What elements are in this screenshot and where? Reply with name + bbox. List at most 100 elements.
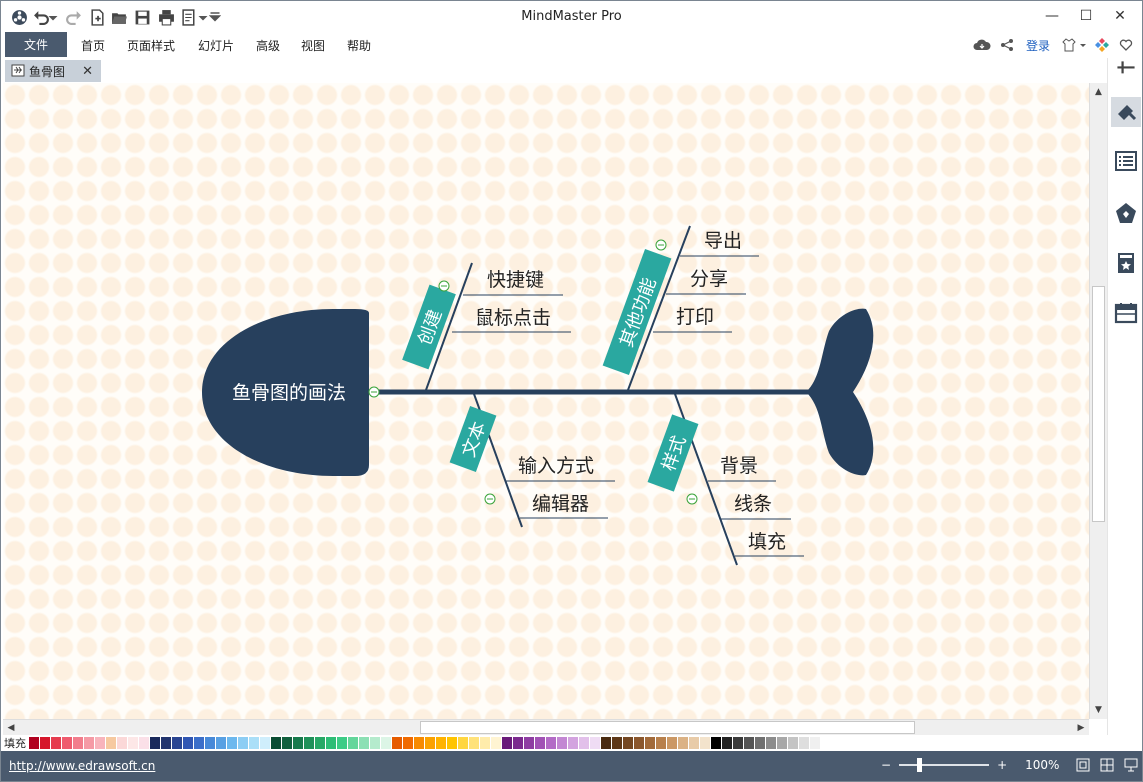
color-swatch[interactable] (194, 737, 204, 749)
horizontal-scroll-thumb[interactable] (420, 721, 915, 734)
color-swatch[interactable] (546, 737, 556, 749)
color-swatch[interactable] (733, 737, 743, 749)
share-icon[interactable] (998, 35, 1016, 55)
color-swatch[interactable] (227, 737, 237, 749)
color-swatch[interactable] (656, 737, 666, 749)
color-swatch[interactable] (106, 737, 116, 749)
scroll-left-icon[interactable]: ◀ (3, 720, 19, 736)
color-swatch[interactable] (700, 737, 710, 749)
login-link[interactable]: 登录 (1026, 35, 1050, 55)
horizontal-scrollbar[interactable]: ◀ ▶ (3, 719, 1089, 735)
color-swatch[interactable] (381, 737, 391, 749)
clipart-icon[interactable] (1111, 198, 1141, 228)
color-swatch[interactable] (645, 737, 655, 749)
color-swatch[interactable] (436, 737, 446, 749)
close-window-button[interactable]: ✕ (1108, 5, 1132, 27)
maximize-button[interactable]: ☐ (1074, 5, 1098, 27)
color-swatch[interactable] (183, 737, 193, 749)
color-swatch[interactable] (117, 737, 127, 749)
favorite-icon[interactable] (1117, 35, 1135, 55)
color-swatch[interactable] (161, 737, 171, 749)
color-swatch[interactable] (678, 737, 688, 749)
color-swatch[interactable] (315, 737, 325, 749)
vertical-scroll-thumb[interactable] (1092, 286, 1105, 522)
zoom-out-button[interactable]: − (881, 758, 891, 772)
fit-width-icon[interactable] (1099, 757, 1115, 773)
color-swatch[interactable] (458, 737, 468, 749)
color-swatch[interactable] (579, 737, 589, 749)
color-swatch[interactable] (491, 737, 501, 749)
color-swatch[interactable] (755, 737, 765, 749)
color-swatch[interactable] (524, 737, 534, 749)
color-swatch[interactable] (172, 737, 182, 749)
color-swatch[interactable] (150, 737, 160, 749)
presentation-icon[interactable] (1123, 757, 1139, 773)
color-swatch[interactable] (271, 737, 281, 749)
color-swatch[interactable] (370, 737, 380, 749)
color-swatch[interactable] (348, 737, 358, 749)
document-tab[interactable]: 鱼骨图 ✕ (5, 60, 101, 82)
color-swatch[interactable] (821, 737, 831, 749)
color-swatch[interactable] (777, 737, 787, 749)
color-swatch[interactable] (601, 737, 611, 749)
cloud-icon[interactable] (972, 35, 992, 55)
color-swatch[interactable] (403, 737, 413, 749)
scroll-up-icon[interactable]: ▲ (1090, 83, 1107, 100)
color-swatch[interactable] (282, 737, 292, 749)
color-swatch[interactable] (128, 737, 138, 749)
color-swatch[interactable] (799, 737, 809, 749)
scroll-right-icon[interactable]: ▶ (1073, 720, 1089, 736)
file-menu-button[interactable]: 文件 (5, 32, 67, 57)
scroll-down-icon[interactable]: ▼ (1090, 701, 1107, 718)
menu-home[interactable]: 首页 (81, 37, 105, 54)
color-swatch[interactable] (623, 737, 633, 749)
menu-help[interactable]: 帮助 (347, 37, 371, 54)
color-swatch[interactable] (139, 737, 149, 749)
color-swatch[interactable] (744, 737, 754, 749)
color-swatch[interactable] (667, 737, 677, 749)
vertical-scrollbar[interactable]: ▲ ▼ (1089, 83, 1107, 719)
apps-icon[interactable] (1093, 35, 1111, 55)
color-swatch[interactable] (260, 737, 270, 749)
color-swatch[interactable] (29, 737, 39, 749)
color-swatch[interactable] (469, 737, 479, 749)
color-swatch[interactable] (238, 737, 248, 749)
close-tab-icon[interactable]: ✕ (82, 64, 93, 79)
zoom-slider[interactable] (899, 764, 989, 766)
zoom-slider-knob[interactable] (917, 758, 922, 772)
color-swatch[interactable] (810, 737, 820, 749)
color-swatch[interactable] (73, 737, 83, 749)
skin-icon[interactable] (1060, 35, 1078, 55)
menu-slideshow[interactable]: 幻灯片 (198, 37, 234, 54)
color-swatch[interactable] (216, 737, 226, 749)
minimize-button[interactable]: — (1040, 5, 1064, 27)
color-swatch[interactable] (359, 737, 369, 749)
diagram-canvas[interactable]: 创建 快捷键 鼠标点击 其他功能 导出 分享 打印 文本 (3, 83, 1089, 719)
color-swatch[interactable] (590, 737, 600, 749)
color-swatch[interactable] (447, 737, 457, 749)
color-swatch[interactable] (480, 737, 490, 749)
color-swatch[interactable] (711, 737, 721, 749)
menu-advanced[interactable]: 高级 (256, 37, 280, 54)
color-swatch[interactable] (557, 737, 567, 749)
format-paint-icon[interactable] (1111, 97, 1141, 127)
color-swatch[interactable] (568, 737, 578, 749)
color-swatch[interactable] (326, 737, 336, 749)
color-swatch[interactable] (205, 737, 215, 749)
color-swatch[interactable] (392, 737, 402, 749)
pin-panel-icon[interactable] (1111, 60, 1141, 80)
color-swatch[interactable] (95, 737, 105, 749)
task-icon[interactable] (1111, 298, 1141, 328)
color-swatch[interactable] (535, 737, 545, 749)
color-swatch[interactable] (62, 737, 72, 749)
color-swatch[interactable] (766, 737, 776, 749)
color-swatch[interactable] (612, 737, 622, 749)
color-swatch[interactable] (304, 737, 314, 749)
color-swatches[interactable] (29, 737, 832, 749)
fit-page-icon[interactable] (1075, 757, 1091, 773)
mark-icon[interactable] (1111, 248, 1141, 278)
menu-view[interactable]: 视图 (301, 37, 325, 54)
color-swatch[interactable] (513, 737, 523, 749)
outline-icon[interactable] (1111, 146, 1141, 176)
color-swatch[interactable] (502, 737, 512, 749)
